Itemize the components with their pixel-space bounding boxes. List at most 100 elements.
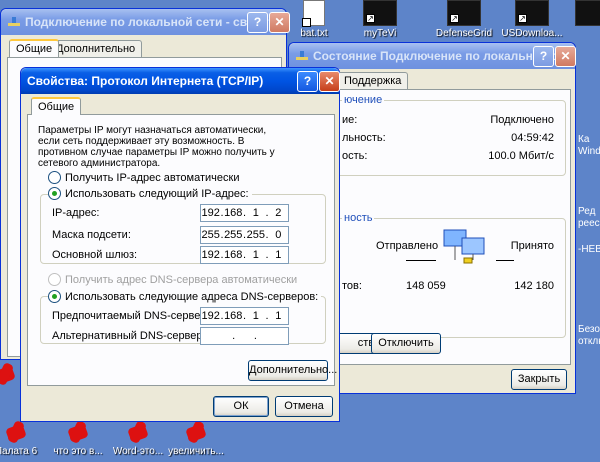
received-line xyxy=(496,260,514,261)
ip-octet: 1 xyxy=(252,207,259,219)
desktop-icon-label: USDownloa... xyxy=(501,28,563,39)
right-edge-label: Ред xyxy=(578,206,596,217)
duration-label: льность: xyxy=(342,132,386,144)
radio-button xyxy=(48,290,61,303)
ip-octet: 255 xyxy=(201,229,220,241)
radio-manual-ip[interactable]: Использовать следующий IP-адрес: xyxy=(48,187,252,200)
radio-auto-dns[interactable]: Получить адрес DNS-сервера автоматически xyxy=(48,273,297,286)
ip-octet: 192 xyxy=(201,310,220,322)
speed-value: 100.0 Мбит/с xyxy=(488,150,554,162)
sent-value: 148 059 xyxy=(406,280,446,292)
desktop-icon-defensegrid[interactable]: ↗ DefenseGrid xyxy=(432,0,496,39)
right-edge-label: реес xyxy=(578,218,600,229)
red-shortcut-icon xyxy=(183,420,209,444)
status-label: ие: xyxy=(342,114,358,126)
ip-octet: 0 xyxy=(275,229,282,241)
red-shortcut-icon xyxy=(125,420,151,444)
ip-octet: 1 xyxy=(275,310,282,322)
desktop-icon-mytevi[interactable]: ↗ myTeVi xyxy=(348,0,412,39)
desktop-icon-label: что это в... xyxy=(53,446,103,457)
network-connection-icon xyxy=(296,51,308,60)
tcpip-titlebar[interactable]: Свойства: Протокол Интернета (TCP/IP) xyxy=(21,68,339,94)
red-shortcut-icon xyxy=(0,362,18,386)
tab-general[interactable]: Общие xyxy=(9,39,60,57)
ip-octet: 2 xyxy=(275,207,282,219)
close-dialog-button[interactable]: Закрыть xyxy=(511,369,567,390)
network-activity-icon xyxy=(443,229,485,264)
activity-section-label: ность xyxy=(342,212,375,224)
radio-auto-ip[interactable]: Получить IP-адрес автоматически xyxy=(48,171,239,184)
gateway-label: Основной шлюз: xyxy=(52,249,138,261)
alternate-dns-label: Альтернативный DNS-сервер: xyxy=(52,330,206,342)
right-edge-label: -НЕВ xyxy=(578,244,600,255)
ip-octet: 1 xyxy=(252,310,259,322)
radio-label: Получить IP-адрес автоматически xyxy=(65,171,240,184)
subnet-mask-label: Маска подсети: xyxy=(52,229,131,241)
desktop-icon-usdownloa[interactable]: ↗ USDownloa... xyxy=(500,0,564,39)
connection-properties-titlebar[interactable]: Подключение по локальной сети - свойства xyxy=(1,9,286,35)
ip-octet: 168 xyxy=(224,310,243,322)
ip-dot: . xyxy=(232,330,236,342)
desktop-icon-bat-txt[interactable]: ↗ bat.txt xyxy=(282,0,346,39)
tcpip-properties-dialog: Свойства: Протокол Интернета (TCP/IP) ? … xyxy=(20,67,340,422)
desktop-icon-label: Word-это... xyxy=(112,446,164,457)
desktop-icon-label: Палата 6 xyxy=(0,446,38,457)
window-title: Свойства: Протокол Интернета (TCP/IP) xyxy=(27,74,264,88)
advanced-button[interactable]: Дополнительно... xyxy=(248,360,337,381)
right-edge-label: Безо xyxy=(578,324,600,335)
activity-group xyxy=(302,218,566,338)
radio-button xyxy=(48,273,61,286)
ip-octet: 192 xyxy=(201,207,220,219)
network-connection-icon xyxy=(8,17,20,26)
status-value: Подключено xyxy=(490,114,554,126)
help-button[interactable]: ? xyxy=(533,46,554,67)
tab-general[interactable]: Общие xyxy=(31,97,82,115)
game-shortcut-icon: ↗ xyxy=(447,0,481,26)
preferred-dns-field[interactable]: 192. 168. 1. 1 xyxy=(200,307,289,325)
description-text: Параметры IP могут назначаться автоматич… xyxy=(38,125,275,169)
right-edge-label: Wind xyxy=(578,146,600,157)
red-shortcut-icon xyxy=(65,420,91,444)
ip-label: IP-адрес: xyxy=(52,207,100,219)
close-button[interactable]: ✕ xyxy=(555,46,576,67)
desktop-icon-palata[interactable]: Палата 6 xyxy=(0,420,48,457)
app-shortcut-icon: ↗ xyxy=(515,0,549,26)
tab-advanced[interactable]: Дополнительно xyxy=(49,40,143,57)
right-edge-label: Ка xyxy=(578,134,590,145)
right-edge-label: отклю xyxy=(578,336,600,347)
received-value: 142 180 xyxy=(514,280,554,292)
radio-manual-dns[interactable]: Использовать следующие адреса DNS-сервер… xyxy=(48,290,322,303)
ip-octet: 1 xyxy=(275,249,282,261)
desktop-icon-label: myTeVi xyxy=(363,28,397,39)
ip-octet: 168 xyxy=(224,207,243,219)
tab-support[interactable]: Поддержка xyxy=(337,72,409,89)
subnet-mask-field[interactable]: 255. 255. 255. 0 xyxy=(200,226,289,244)
help-button[interactable]: ? xyxy=(247,12,268,33)
desktop-icon-uvelichit[interactable]: увеличить... xyxy=(164,420,228,457)
help-button[interactable]: ? xyxy=(297,71,318,92)
app-shortcut-icon: ↗ xyxy=(363,0,397,26)
ip-octet: 192 xyxy=(201,249,220,261)
gateway-field[interactable]: 192. 168. 1. 1 xyxy=(200,246,289,264)
disconnect-button[interactable]: Отключить xyxy=(371,333,441,354)
cancel-button[interactable]: Отмена xyxy=(275,396,333,417)
desktop-icon-word[interactable]: Word-это... xyxy=(106,420,170,457)
tab-label: Поддержка xyxy=(344,75,402,87)
received-label: Принято xyxy=(510,240,554,252)
ok-button[interactable]: ОК xyxy=(213,396,269,417)
radio-button xyxy=(48,187,61,200)
radio-button xyxy=(48,171,61,184)
tab-label: Дополнительно xyxy=(56,43,136,55)
ip-octet: 1 xyxy=(252,249,259,261)
red-shortcut-icon xyxy=(3,420,29,444)
sent-line xyxy=(406,260,436,261)
alternate-dns-field[interactable]: .. xyxy=(200,327,289,345)
ip-octet: 168 xyxy=(224,249,243,261)
radio-label: Использовать следующий IP-адрес: xyxy=(65,187,249,200)
desktop-icon-partial-right[interactable] xyxy=(568,0,600,26)
desktop-icon-chto-eto[interactable]: что это в... xyxy=(46,420,110,457)
close-button[interactable]: ✕ xyxy=(269,12,290,33)
close-button[interactable]: ✕ xyxy=(319,71,340,92)
ip-address-field[interactable]: 192. 168. 1. 2 xyxy=(200,204,289,222)
packets-label: тов: xyxy=(342,280,362,292)
